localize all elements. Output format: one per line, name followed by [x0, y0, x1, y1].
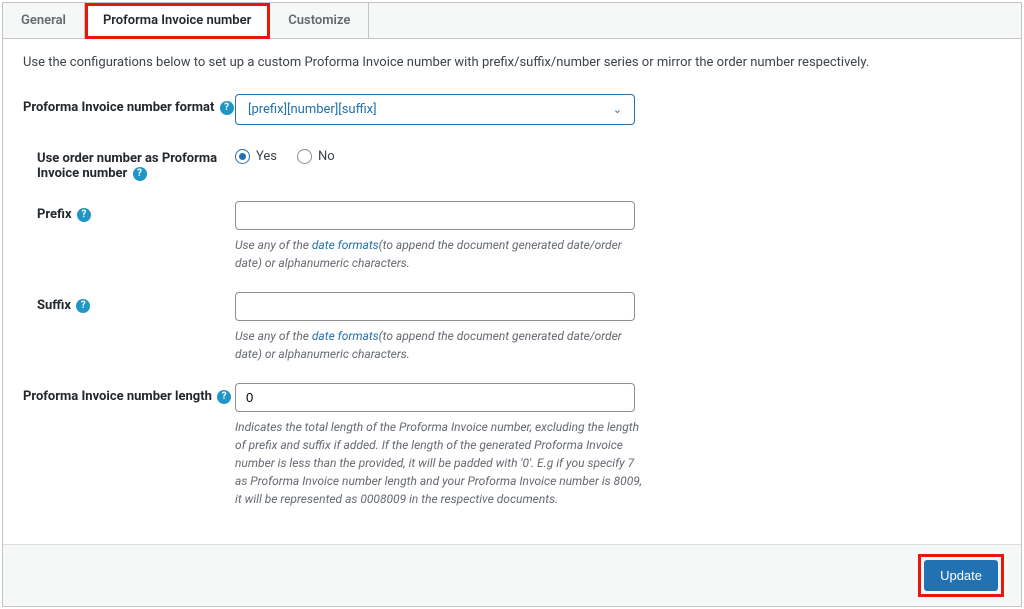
- select-number-format[interactable]: [prefix][number][suffix] ⌄: [235, 94, 635, 125]
- update-button[interactable]: Update: [924, 560, 998, 591]
- radio-no[interactable]: No: [297, 149, 335, 164]
- tabs-bar: General Proforma Invoice number Customiz…: [3, 3, 1021, 39]
- length-input[interactable]: [235, 383, 635, 412]
- tab-general[interactable]: General: [3, 3, 85, 38]
- update-button-highlight: Update: [921, 557, 1001, 594]
- help-icon[interactable]: ?: [133, 167, 147, 181]
- date-formats-link[interactable]: date formats: [312, 329, 379, 343]
- row-number-length: Proforma Invoice number length ? Indicat…: [23, 383, 1001, 508]
- help-icon[interactable]: ?: [76, 299, 90, 313]
- chevron-down-icon: ⌄: [613, 103, 622, 116]
- prefix-input[interactable]: [235, 201, 635, 230]
- radio-label-no: No: [318, 149, 335, 164]
- label-number-length: Proforma Invoice number length ?: [23, 383, 235, 404]
- help-icon[interactable]: ?: [220, 101, 234, 115]
- label-number-format: Proforma Invoice number format ?: [23, 94, 235, 115]
- label-use-order-number: Use order number as Proforma Invoice num…: [23, 145, 235, 181]
- help-icon[interactable]: ?: [77, 208, 91, 222]
- row-prefix: Prefix ? Use any of the date formats(to …: [23, 201, 1001, 272]
- label-prefix: Prefix ?: [23, 201, 235, 222]
- footer-bar: Update: [3, 544, 1021, 606]
- radio-icon: [235, 149, 250, 164]
- row-number-format: Proforma Invoice number format ? [prefix…: [23, 94, 1001, 125]
- tab-content: Use the configurations below to set up a…: [3, 39, 1021, 544]
- length-helper: Indicates the total length of the Profor…: [235, 418, 645, 508]
- suffix-helper: Use any of the date formats(to append th…: [235, 327, 645, 363]
- radio-group-use-order: Yes No: [235, 145, 645, 164]
- help-icon[interactable]: ?: [217, 390, 231, 404]
- radio-label-yes: Yes: [256, 149, 277, 164]
- intro-text: Use the configurations below to set up a…: [23, 55, 1001, 70]
- radio-yes[interactable]: Yes: [235, 149, 277, 164]
- radio-icon: [297, 149, 312, 164]
- select-value: [prefix][number][suffix]: [248, 102, 377, 117]
- date-formats-link[interactable]: date formats: [312, 238, 379, 252]
- tab-customize[interactable]: Customize: [270, 3, 369, 38]
- settings-container: General Proforma Invoice number Customiz…: [2, 2, 1022, 607]
- suffix-input[interactable]: [235, 292, 635, 321]
- row-suffix: Suffix ? Use any of the date formats(to …: [23, 292, 1001, 363]
- prefix-helper: Use any of the date formats(to append th…: [235, 236, 645, 272]
- label-suffix: Suffix ?: [23, 292, 235, 313]
- tab-proforma-invoice-number[interactable]: Proforma Invoice number: [85, 3, 270, 39]
- row-use-order-number: Use order number as Proforma Invoice num…: [23, 145, 1001, 181]
